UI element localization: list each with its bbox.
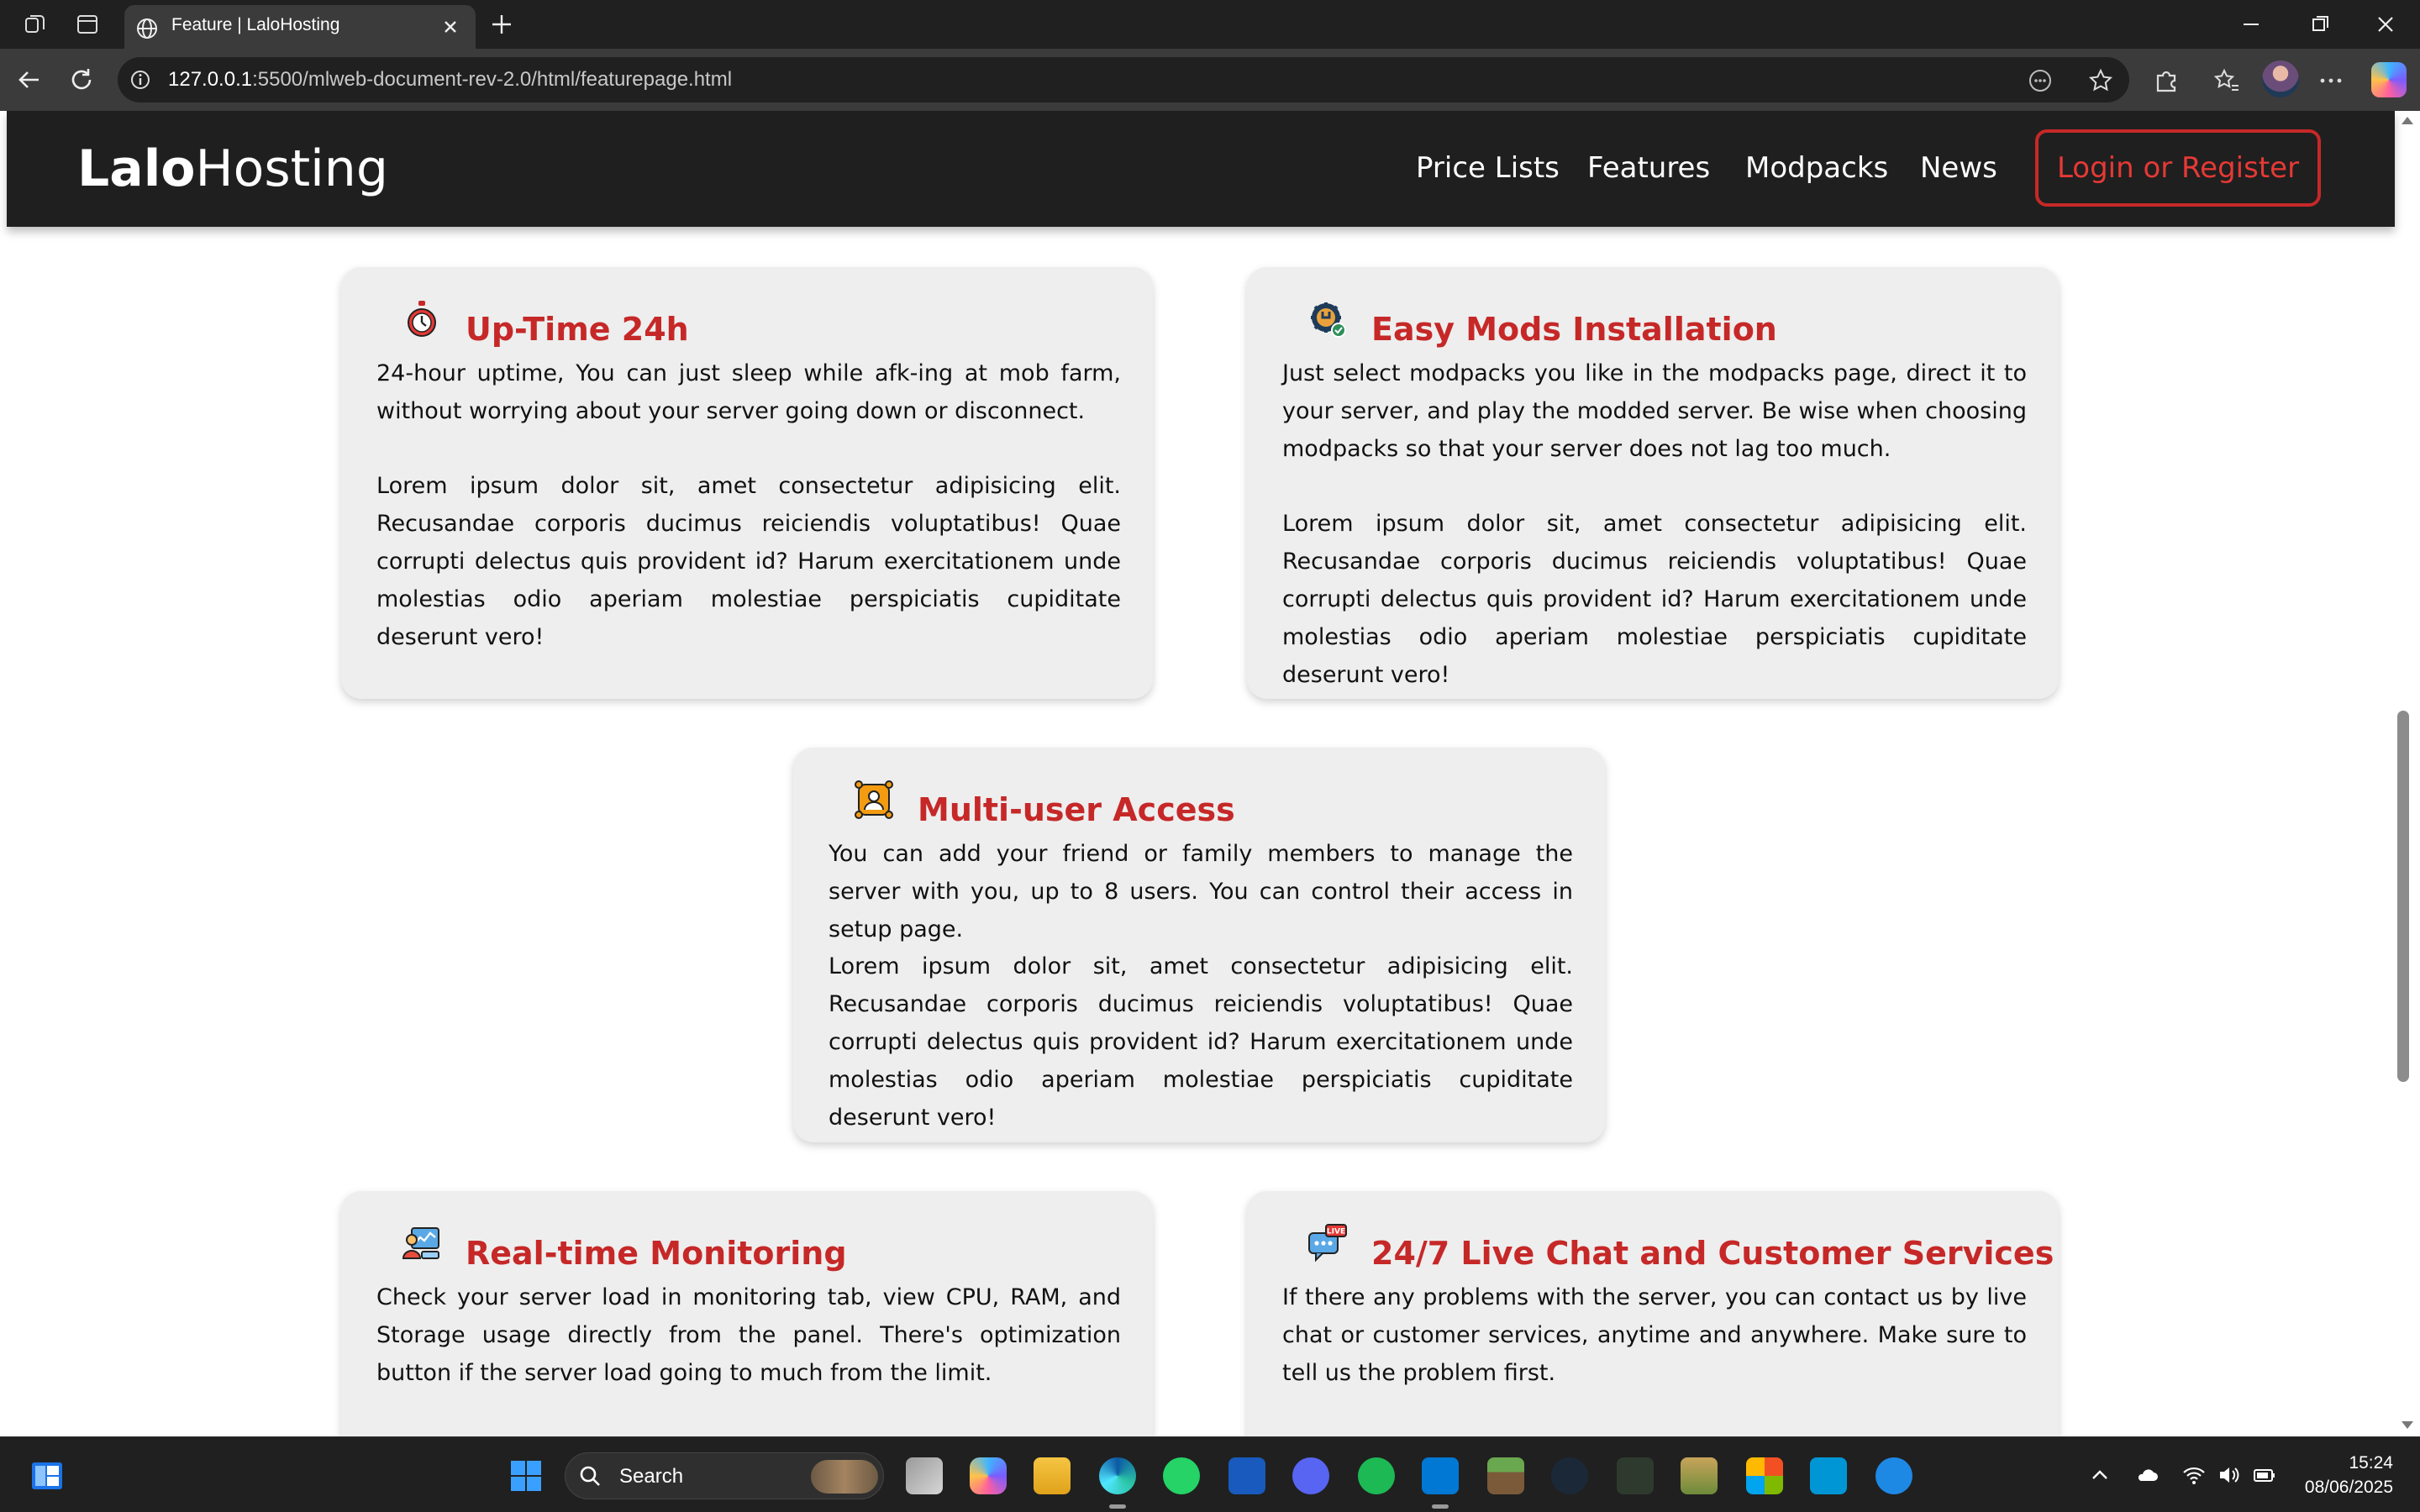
feature-title: Real-time Monitoring <box>466 1235 847 1272</box>
minimize-icon[interactable] <box>2237 10 2265 39</box>
wifi-icon[interactable] <box>2181 1462 2207 1488</box>
volume-icon[interactable] <box>2217 1462 2242 1488</box>
chevron-up-icon[interactable] <box>2087 1462 2112 1488</box>
game-app-icon[interactable] <box>1681 1457 1718 1494</box>
workspaces-icon[interactable] <box>22 11 49 38</box>
feature-card-mods: Easy Mods Installation Just select modpa… <box>1247 267 2059 699</box>
launcher-icon[interactable] <box>1617 1457 1654 1494</box>
feature-card-multiuser: Multi-user Access You can add your frien… <box>793 748 1605 1142</box>
copilot-icon[interactable] <box>2371 62 2407 97</box>
minecraft-icon[interactable] <box>1487 1457 1524 1494</box>
live-chat-icon: LIVE <box>1308 1224 1347 1263</box>
feature-description: Check your server load in monitoring tab… <box>376 1284 1121 1386</box>
scroll-down-arrow-icon[interactable] <box>2400 1420 2415 1431</box>
feature-lorem: Lorem ipsum dolor sit, amet consectetur … <box>829 953 1573 1131</box>
close-window-icon[interactable] <box>2371 10 2400 39</box>
copilot-app-icon[interactable] <box>970 1457 1007 1494</box>
address-bar[interactable]: 127.0.0.1:5500/mlweb-document-rev-2.0/ht… <box>118 57 2129 102</box>
vscode-icon[interactable] <box>1422 1457 1459 1494</box>
login-register-button[interactable]: Login or Register <box>2035 129 2321 207</box>
vertical-tabs-icon[interactable] <box>74 11 101 38</box>
file-explorer-icon[interactable] <box>1034 1457 1071 1494</box>
battery-icon[interactable] <box>2252 1462 2277 1488</box>
search-icon <box>580 1466 600 1486</box>
support-assistant-icon[interactable] <box>1876 1457 1912 1494</box>
site-info-icon[interactable] <box>128 67 153 92</box>
stopwatch-icon <box>408 301 436 337</box>
live-badge: LIVE <box>1327 1228 1345 1236</box>
favorite-star-icon[interactable] <box>2087 67 2114 94</box>
start-icon[interactable] <box>508 1457 544 1494</box>
active-tab[interactable]: Feature | LaloHosting <box>124 5 476 49</box>
feature-description: You can add your friend or family member… <box>829 841 1573 942</box>
feature-lorem: Lorem ipsum dolor sit, amet consectetur … <box>1282 511 2027 688</box>
word-icon[interactable] <box>1228 1457 1265 1494</box>
feature-description: If there any problems with the server, y… <box>1282 1284 2027 1386</box>
feature-title: 24/7 Live Chat and Customer Services <box>1371 1235 2054 1272</box>
feature-title: Up-Time 24h <box>466 311 689 348</box>
vscode-running-indicator <box>1432 1504 1449 1509</box>
more-options-icon[interactable] <box>2316 66 2346 96</box>
url-text[interactable]: 127.0.0.1:5500/mlweb-document-rev-2.0/ht… <box>168 68 732 92</box>
favorites-icon[interactable] <box>2212 66 2242 96</box>
taskbar-clock[interactable]: 15:24 08/06/2025 <box>2292 1451 2393 1499</box>
tab-title: Feature | LaloHosting <box>171 15 340 34</box>
refresh-icon[interactable] <box>66 64 97 96</box>
feature-card-uptime: Up-Time 24h 24-hour uptime, You can just… <box>341 267 1153 699</box>
taskbar-search[interactable]: Search <box>565 1452 884 1499</box>
feature-card-monitoring: Real-time Monitoring Check your server l… <box>341 1191 1153 1436</box>
search-label: Search <box>619 1465 684 1488</box>
nav-news[interactable]: News <box>1920 151 1997 185</box>
page-viewport: LaloHosting Price Lists Features Modpack… <box>0 111 2420 1436</box>
new-tab-icon[interactable] <box>487 10 516 39</box>
myhp-icon[interactable] <box>1810 1457 1847 1494</box>
steam-icon[interactable] <box>1551 1457 1588 1494</box>
site-logo[interactable]: LaloHosting <box>77 139 388 198</box>
back-arrow-icon[interactable] <box>13 64 45 96</box>
widgets-icon[interactable] <box>29 1457 66 1494</box>
discord-icon[interactable] <box>1292 1457 1329 1494</box>
feature-description: Just select modpacks you like in the mod… <box>1282 360 2027 462</box>
nav-modpacks[interactable]: Modpacks <box>1745 151 1888 185</box>
scroll-up-arrow-icon[interactable] <box>2400 114 2415 126</box>
whatsapp-icon[interactable] <box>1163 1457 1200 1494</box>
reading-mode-icon[interactable] <box>2027 67 2054 94</box>
search-highlight-image <box>811 1460 878 1494</box>
browser-toolbar: 127.0.0.1:5500/mlweb-document-rev-2.0/ht… <box>0 49 2420 111</box>
feature-title: Easy Mods Installation <box>1371 311 1777 348</box>
browser-tab-bar: Feature | LaloHosting <box>0 0 2420 49</box>
profile-avatar[interactable] <box>2262 60 2299 97</box>
feature-description: 24-hour uptime, You can just sleep while… <box>376 360 1121 424</box>
feature-lorem: Lorem ipsum dolor sit, amet consectetur … <box>376 473 1121 650</box>
task-view-icon[interactable] <box>906 1457 943 1494</box>
close-tab-icon[interactable] <box>439 15 462 39</box>
spotify-icon[interactable] <box>1358 1457 1395 1494</box>
feature-card-livechat: LIVE 24/7 Live Chat and Customer Service… <box>1247 1191 2059 1436</box>
onedrive-cloud-icon[interactable] <box>2134 1462 2160 1488</box>
clock-time: 15:24 <box>2349 1453 2393 1473</box>
feature-title: Multi-user Access <box>918 791 1235 828</box>
edge-icon[interactable] <box>1099 1457 1136 1494</box>
nav-features[interactable]: Features <box>1587 151 1710 185</box>
extensions-icon[interactable] <box>2151 66 2181 96</box>
scrollbar-thumb[interactable] <box>2397 711 2409 1082</box>
gear-wrench-icon <box>1311 302 1346 338</box>
multi-user-icon <box>855 780 893 819</box>
nav-price-lists[interactable]: Price Lists <box>1416 151 1560 185</box>
taskbar: Search 15:24 08/06/2025 <box>0 1436 2420 1512</box>
monitoring-icon <box>402 1227 439 1259</box>
site-header: LaloHosting Price Lists Features Modpack… <box>7 111 2395 227</box>
store-icon[interactable] <box>1746 1457 1783 1494</box>
restore-icon[interactable] <box>2306 10 2334 39</box>
edge-running-indicator <box>1109 1504 1126 1509</box>
globe-icon <box>137 18 157 39</box>
clock-date: 08/06/2025 <box>2304 1478 2393 1497</box>
